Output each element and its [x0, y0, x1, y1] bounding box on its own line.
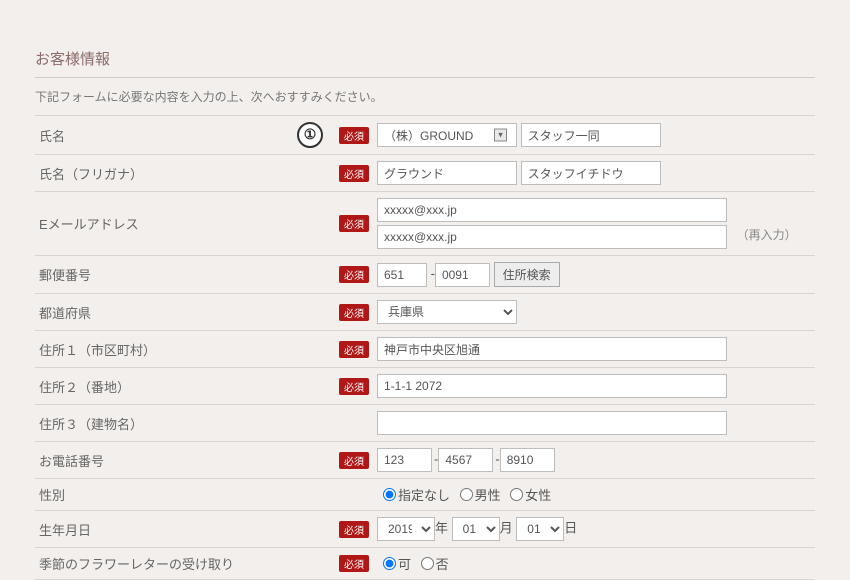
gender-label: 性別	[35, 479, 335, 511]
gender-female-label: 女性	[525, 488, 551, 503]
addr3-label: 住所３（建物名）	[35, 405, 335, 442]
required-badge: 必須	[339, 341, 369, 358]
required-badge: 必須	[339, 165, 369, 182]
tel-label: お電話番号	[35, 442, 335, 479]
gender-none-label: 指定なし	[398, 488, 450, 503]
addr2-label: 住所２（番地）	[35, 368, 335, 405]
addr1-label: 住所１（市区町村）	[35, 331, 335, 368]
birth-month-select[interactable]: 01	[452, 517, 500, 541]
tel-2-input[interactable]	[438, 448, 493, 472]
required-badge: 必須	[339, 555, 369, 572]
birth-day-select[interactable]: 01	[516, 517, 564, 541]
pref-label: 都道府県	[35, 294, 335, 331]
flower-label: 季節のフラワーレターの受け取り	[35, 548, 335, 580]
save-icon: ▾	[494, 129, 507, 142]
required-badge: 必須	[339, 378, 369, 395]
required-badge: 必須	[339, 304, 369, 321]
furigana-first-input[interactable]	[521, 161, 661, 185]
required-badge: 必須	[339, 521, 369, 538]
addr3-input[interactable]	[377, 411, 727, 435]
birth-year-select[interactable]: 2019	[377, 517, 435, 541]
name-first-input[interactable]	[521, 123, 661, 147]
birth-label: 生年月日	[35, 511, 335, 548]
required-badge: 必須	[339, 215, 369, 232]
flower-no-radio[interactable]	[421, 557, 434, 570]
email-confirm-input[interactable]	[377, 225, 727, 249]
email-input[interactable]	[377, 198, 727, 222]
email-label: Eメールアドレス	[35, 192, 335, 256]
name-label: 氏名	[35, 116, 293, 155]
tel-1-input[interactable]	[377, 448, 432, 472]
addr1-input[interactable]	[377, 337, 727, 361]
furigana-label: 氏名（フリガナ）	[35, 155, 335, 192]
gender-male-radio[interactable]	[460, 488, 473, 501]
required-badge: 必須	[339, 127, 369, 144]
postal-2-input[interactable]	[435, 263, 490, 287]
address-search-button[interactable]: 住所検索	[494, 262, 560, 287]
furigana-last-input[interactable]	[377, 161, 517, 185]
annotation-1: ①	[297, 122, 323, 148]
addr2-input[interactable]	[377, 374, 727, 398]
gender-none-radio[interactable]	[383, 488, 396, 501]
pref-select[interactable]: 兵庫県	[377, 300, 517, 324]
postal-label: 郵便番号	[35, 256, 335, 294]
postal-1-input[interactable]	[377, 263, 427, 287]
flower-yes-radio[interactable]	[383, 557, 396, 570]
required-badge: 必須	[339, 266, 369, 283]
flower-yes-label: 可	[398, 557, 411, 572]
month-label: 月	[500, 520, 513, 535]
gender-male-label: 男性	[475, 488, 501, 503]
required-badge: 必須	[339, 452, 369, 469]
section-title: お客様情報	[35, 40, 815, 78]
email-reinput-label: （再入力）	[737, 228, 797, 242]
gender-female-radio[interactable]	[510, 488, 523, 501]
year-label: 年	[435, 520, 448, 535]
flower-no-label: 否	[436, 557, 449, 572]
instruction-text: 下記フォームに必要な内容を入力の上、次へおすすみください。	[35, 78, 815, 115]
tel-3-input[interactable]	[500, 448, 555, 472]
day-label: 日	[564, 520, 577, 535]
